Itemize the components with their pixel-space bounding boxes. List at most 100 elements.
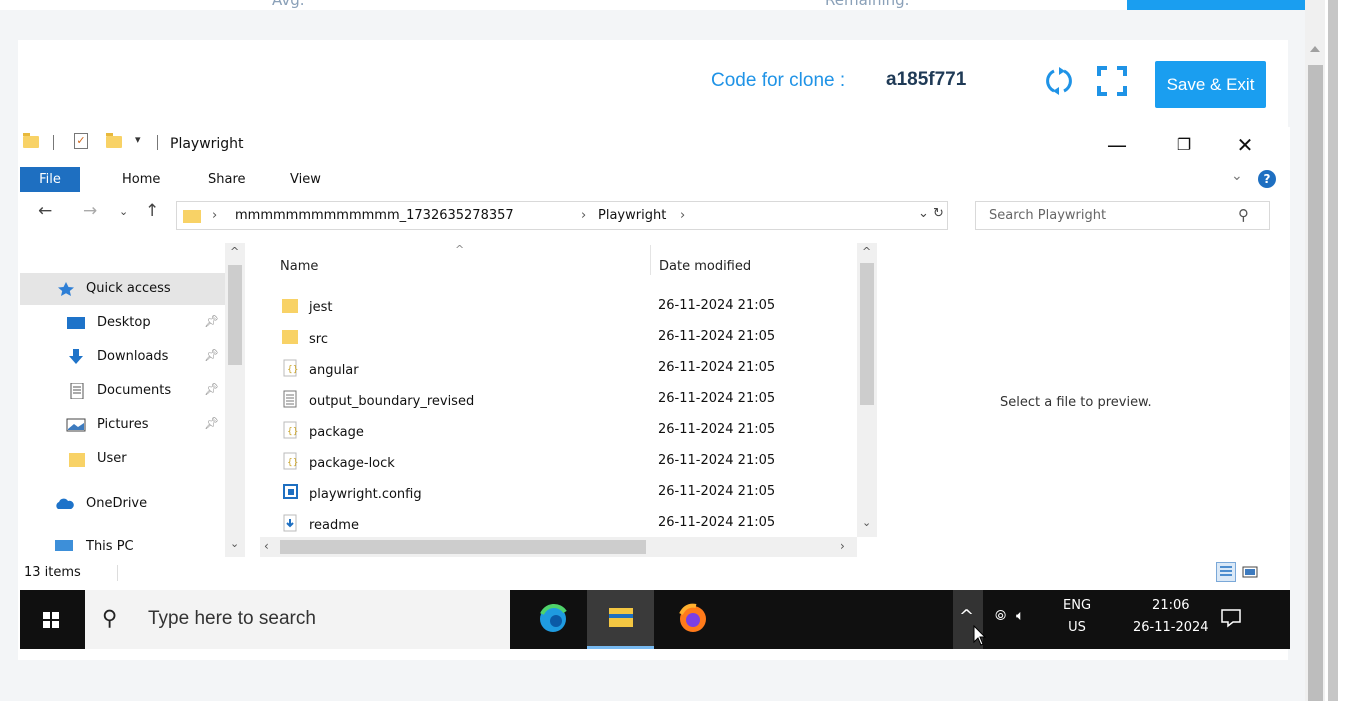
restore-icon[interactable]: ❐ — [1161, 131, 1207, 159]
search-icon: ⚲ — [102, 606, 118, 630]
nav-item-documents[interactable]: Documents 📌︎ — [20, 375, 225, 407]
pin-icon[interactable]: 📌︎ — [204, 314, 219, 328]
tab-home[interactable]: Home — [108, 167, 174, 192]
scroll-thumb[interactable] — [1308, 65, 1323, 701]
meet-now-icon[interactable]: ⦾ — [995, 608, 1006, 630]
navigation-pane: Quick access Desktop 📌︎ Downloads 📌︎ Doc… — [20, 243, 248, 557]
back-arrow-icon[interactable]: ← — [38, 201, 52, 221]
notification-icon[interactable] — [1220, 608, 1242, 628]
nav-item-downloads[interactable]: Downloads 📌︎ — [20, 341, 225, 373]
up-arrow-icon[interactable]: ↑ — [145, 201, 159, 221]
taskbar-search-box[interactable]: ⚲ Type here to search — [85, 590, 510, 649]
star-icon — [58, 282, 74, 296]
top-button-partial[interactable] — [1127, 0, 1305, 10]
address-dropdown-icon[interactable]: ⌄ — [918, 206, 929, 221]
column-header-name[interactable]: Name — [280, 259, 318, 274]
address-row: ← → ⌄ ↑ › mmmmmmmmmmmmm_1732635278357 › … — [20, 193, 1290, 233]
pin-icon[interactable]: 📌︎ — [204, 348, 219, 362]
tab-share[interactable]: Share — [194, 167, 260, 192]
svg-text:{}: {} — [287, 458, 298, 468]
search-icon[interactable]: ⚲ — [1238, 206, 1249, 224]
firefox-icon[interactable] — [660, 590, 727, 649]
pictures-icon — [66, 418, 86, 432]
download-icon — [69, 349, 83, 364]
search-input[interactable]: Search Playwright ⚲ — [975, 201, 1270, 230]
scroll-thumb[interactable] — [860, 263, 874, 405]
fullscreen-icon[interactable] — [1095, 64, 1129, 98]
scroll-up-icon[interactable]: ^ — [230, 245, 239, 258]
breadcrumb-current[interactable]: Playwright — [598, 208, 666, 223]
nav-item-quick-access[interactable]: Quick access — [20, 273, 225, 305]
page-scrollbar[interactable] — [1305, 0, 1325, 701]
new-folder-icon[interactable] — [106, 133, 122, 148]
file-explorer-window: ✓ ▾ Playwright — ❐ ✕ File Home Share Vie… — [20, 127, 1290, 590]
nav-item-onedrive[interactable]: OneDrive — [20, 488, 225, 520]
help-icon[interactable]: ? — [1258, 170, 1276, 188]
tab-file[interactable]: File — [20, 167, 80, 192]
properties-icon[interactable]: ✓ — [74, 133, 88, 149]
breadcrumb-separator-icon[interactable]: › — [680, 208, 685, 223]
scroll-right-icon[interactable]: › — [840, 539, 845, 553]
close-icon[interactable]: ✕ — [1222, 131, 1268, 159]
scroll-down-icon[interactable]: ⌄ — [862, 516, 871, 529]
nav-item-pictures[interactable]: Pictures 📌︎ — [20, 409, 225, 441]
scroll-up-arrow-icon[interactable] — [1310, 46, 1320, 52]
customize-toolbar-icon[interactable]: ▾ — [135, 133, 141, 146]
system-clock[interactable]: 21:06 26-11-2024 — [1133, 595, 1209, 639]
scroll-up-icon[interactable]: ^ — [862, 245, 871, 258]
address-bar[interactable]: › mmmmmmmmmmmmm_1732635278357 › Playwrig… — [176, 201, 948, 230]
nav-item-desktop[interactable]: Desktop 📌︎ — [20, 307, 225, 339]
clone-code-value: a185f771 — [886, 69, 967, 90]
cloud-icon — [56, 498, 74, 509]
pin-icon[interactable]: 📌︎ — [204, 382, 219, 396]
nav-item-user[interactable]: User — [20, 443, 225, 475]
edge-browser-icon[interactable] — [520, 590, 587, 649]
file-row[interactable]: {} package-lock 26-11-2024 21:05 — [260, 446, 855, 477]
file-explorer-taskbar-icon[interactable] — [587, 590, 654, 649]
forward-arrow-icon[interactable]: → — [83, 201, 97, 221]
refresh-icon[interactable]: ↻ — [933, 206, 944, 221]
save-exit-button[interactable]: Save & Exit — [1155, 61, 1266, 108]
folder-icon — [282, 330, 298, 344]
file-row[interactable]: output_boundary_revised 26-11-2024 21:05 — [260, 384, 855, 415]
pin-icon[interactable]: 📌︎ — [204, 416, 219, 430]
breadcrumb-parent[interactable]: mmmmmmmmmmmmm_1732635278357 — [235, 208, 514, 223]
large-icons-view-icon[interactable] — [1240, 562, 1260, 582]
file-row[interactable]: playwright.config 26-11-2024 21:05 — [260, 477, 855, 508]
file-row[interactable]: src 26-11-2024 21:05 — [260, 322, 855, 353]
recent-locations-icon[interactable]: ⌄ — [119, 205, 128, 218]
scroll-thumb[interactable] — [280, 540, 646, 554]
minimize-icon[interactable]: — — [1094, 131, 1140, 159]
breadcrumb-separator-icon[interactable]: › — [581, 208, 586, 223]
top-partial-strip: Avg. Remaining. — [0, 0, 1305, 10]
windows-start-icon[interactable] — [43, 612, 59, 628]
folder-icon — [23, 133, 39, 148]
title-bar: ✓ ▾ Playwright — ❐ ✕ — [20, 127, 1290, 163]
window-title: Playwright — [170, 136, 244, 152]
details-view-icon[interactable] — [1216, 562, 1236, 582]
volume-icon[interactable]: 🔈︎ — [1016, 608, 1024, 630]
breadcrumb-separator-icon[interactable]: › — [212, 208, 217, 223]
file-list-horizontal-scrollbar[interactable]: ‹ › — [260, 537, 857, 557]
column-header-date[interactable]: Date modified — [659, 259, 751, 274]
tab-view[interactable]: View — [276, 167, 335, 192]
scroll-down-icon[interactable]: ⌄ — [230, 537, 239, 550]
scroll-thumb[interactable] — [228, 265, 242, 365]
scroll-left-icon[interactable]: ‹ — [264, 539, 269, 553]
file-row[interactable]: {} package 26-11-2024 21:05 — [260, 415, 855, 446]
refresh-icon[interactable] — [1042, 64, 1076, 98]
file-list-vertical-scrollbar[interactable]: ^ ⌄ — [857, 243, 877, 537]
file-row[interactable]: readme 26-11-2024 21:05 — [260, 508, 855, 539]
file-row[interactable]: jest 26-11-2024 21:05 — [260, 291, 855, 322]
documents-icon — [70, 383, 84, 399]
file-row[interactable]: {} angular 26-11-2024 21:05 — [260, 353, 855, 384]
computer-icon — [55, 540, 73, 551]
nav-item-this-pc[interactable]: This PC — [20, 531, 225, 557]
svg-text:{}: {} — [287, 427, 298, 437]
clone-code-label: Code for clone : — [711, 70, 846, 91]
language-indicator[interactable]: ENG US — [1063, 595, 1091, 639]
nav-pane-scrollbar[interactable]: ^ ⌄ — [225, 243, 245, 557]
expand-ribbon-icon[interactable]: ⌄ — [1231, 168, 1243, 184]
preview-pane-message: Select a file to preview. — [1000, 395, 1152, 410]
json-file-icon: {} — [283, 421, 298, 439]
